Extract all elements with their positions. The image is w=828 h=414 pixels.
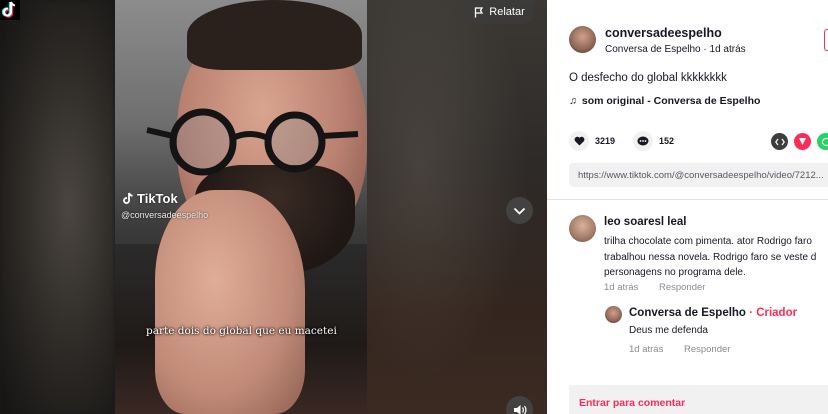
- heart-icon: [574, 136, 584, 146]
- speaker-icon: [513, 404, 527, 414]
- reply-time: 1d atrás: [629, 344, 664, 355]
- post-time: 1d atrás: [709, 44, 746, 55]
- whatsapp-icon[interactable]: [817, 133, 828, 150]
- login-to-comment-label[interactable]: Entrar para comentar: [579, 397, 685, 409]
- tiktok-logo-icon[interactable]: [0, 0, 20, 20]
- author-header[interactable]: conversadeespelho Conversa de Espelho · …: [569, 26, 746, 57]
- flag-icon: [475, 6, 484, 17]
- blurred-background-left: [0, 0, 115, 414]
- like-count: 3219: [595, 136, 616, 146]
- tiktok-note-icon: [123, 192, 133, 204]
- follow-button[interactable]: [824, 29, 828, 51]
- watermark-brand-text: TikTok: [137, 191, 178, 206]
- embed-icon[interactable]: [771, 133, 788, 150]
- author-avatar[interactable]: [569, 26, 596, 53]
- copy-link-field[interactable]: https://www.tiktok.com/@conversadeespelh…: [569, 163, 828, 187]
- commenter-avatar[interactable]: [569, 215, 596, 242]
- next-video-button[interactable]: [506, 197, 533, 224]
- reply-author: Conversa de Espelho · Criador: [629, 307, 797, 319]
- section-divider: [547, 199, 828, 200]
- reply-link[interactable]: Responder: [659, 282, 705, 293]
- video-glasses: [146, 108, 359, 176]
- video-hand: [155, 190, 305, 414]
- comment-time: 1d atrás: [604, 282, 639, 293]
- comment-text-line: trabalhou nessa novela. Rodrigo faro se …: [604, 251, 817, 263]
- reply-avatar[interactable]: [605, 306, 622, 323]
- author-display-name: Conversa de Espelho: [605, 44, 701, 55]
- comment-bubble-icon: [637, 136, 649, 146]
- video-subtitle: parte dois do global que eu macetei: [146, 325, 337, 337]
- author-subline: Conversa de Espelho · 1d atrás: [605, 43, 746, 57]
- watermark-brand: TikTok: [122, 191, 178, 206]
- creator-badge: · Criador: [745, 307, 798, 319]
- comment-text-line: trilha chocolate com pimenta. ator Rodri…: [604, 236, 812, 247]
- commenter-name[interactable]: leo soaresl leal: [604, 216, 686, 228]
- comment-text: trilha chocolate com pimenta. ator Rodri…: [604, 234, 828, 281]
- video-hair: [187, 0, 362, 70]
- reply-reply-link[interactable]: Responder: [684, 344, 730, 355]
- login-to-comment-bar[interactable]: Entrar para comentar: [569, 385, 828, 414]
- music-title: som original - Conversa de Espelho: [581, 95, 761, 107]
- details-panel: conversadeespelho Conversa de Espelho · …: [547, 0, 828, 414]
- music-note-icon: ♫: [569, 95, 577, 107]
- reply-author-name[interactable]: Conversa de Espelho: [629, 307, 746, 319]
- chevron-down-icon: [513, 207, 526, 215]
- watermark-handle: @conversadeespelho: [121, 210, 209, 220]
- reply-footer: 1d atrás Responder: [629, 344, 748, 355]
- music-link[interactable]: ♫ som original - Conversa de Espelho: [569, 95, 760, 107]
- share-row: [771, 133, 828, 150]
- reply-text: Deus me defenda: [629, 325, 708, 336]
- video-frame[interactable]: [115, 0, 367, 414]
- like-button[interactable]: [569, 131, 589, 151]
- video-player[interactable]: TikTok @conversadeespelho parte dois do …: [0, 0, 547, 414]
- engagement-stats: 3219 152: [569, 131, 692, 151]
- comment-button[interactable]: [633, 131, 654, 151]
- report-label: Relatar: [489, 6, 525, 18]
- author-username[interactable]: conversadeespelho: [605, 26, 746, 41]
- comment-count: 152: [659, 136, 675, 146]
- post-caption: O desfecho do global kkkkkkkk: [569, 72, 727, 84]
- comment-footer: 1d atrás Responder: [604, 282, 723, 293]
- report-button[interactable]: Relatar: [465, 0, 534, 24]
- send-icon[interactable]: [794, 133, 811, 150]
- meta-separator: ·: [703, 44, 707, 55]
- comment-text-line: personagens no programa dele.: [604, 267, 746, 278]
